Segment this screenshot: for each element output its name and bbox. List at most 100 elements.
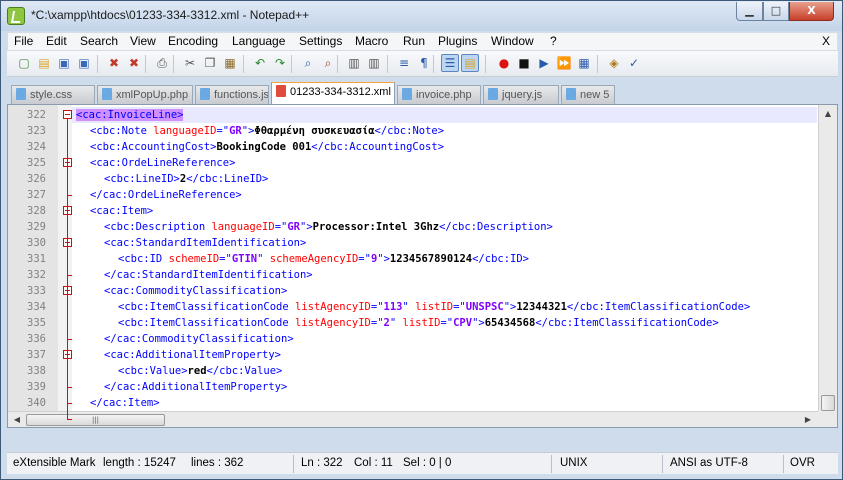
code-line[interactable]: <cbc:Description languageID="GR">Process… <box>72 219 817 235</box>
code-line[interactable]: <cbc:AccountingCost>BookingCode 001</cbc… <box>72 139 817 155</box>
zoom-out-icon[interactable]: ▥ <box>365 54 383 72</box>
stop-macro-icon[interactable]: ■ <box>515 54 533 72</box>
maximize-button[interactable]: □ <box>763 2 789 21</box>
fold-end-marker <box>67 419 72 420</box>
menu-window[interactable]: Window <box>489 34 536 48</box>
code-line[interactable]: <cac:OrdeLineReference> <box>72 155 817 171</box>
wrap-icon[interactable]: ≡ <box>395 54 413 72</box>
code-area[interactable]: <cac:InvoiceLine> <cbc:Note languageID="G… <box>72 105 817 427</box>
toolbar-separator <box>291 55 292 73</box>
menu-search[interactable]: Search <box>78 34 120 48</box>
print-icon[interactable]: ⎙ <box>153 54 171 72</box>
code-line[interactable]: <cbc:Value>red</cbc:Value> <box>72 363 817 379</box>
doc-map-icon[interactable]: ▤ <box>461 54 479 72</box>
tab-active[interactable]: 01233-334-3312.xml <box>271 82 395 104</box>
code-line[interactable]: </cac:AdditionalItemProperty> <box>72 379 817 395</box>
indent-guide-icon[interactable]: ☰ <box>441 54 459 72</box>
close-document-button[interactable]: X <box>822 34 830 48</box>
toolbar: ▢ ▤ ▣ ▣ ✖ ✖ ⎙ ✂ ❐ ▦ ↶ ↷ ⌕ ⌕ ▥ ▥ ≡ ¶ ☰ ▤ ● ■ ▶ ⏩ ▦ ◈ ✓ <box>7 51 838 77</box>
redo-icon[interactable]: ↷ <box>271 54 289 72</box>
record-macro-icon[interactable]: ● <box>495 54 513 72</box>
horizontal-scrollbar[interactable]: ◀ ||| ▶ <box>8 411 818 427</box>
code-line[interactable]: <cac:AdditionalItemProperty> <box>72 347 817 363</box>
menu-edit[interactable]: Edit <box>44 34 69 48</box>
spellcheck-icon[interactable]: ✓ <box>625 54 643 72</box>
code-token: Φθαρμένη συσκευασία <box>254 125 375 137</box>
minimize-button[interactable]: ▁ <box>736 2 763 21</box>
code-line[interactable]: <cbc:ItemClassificationCode listAgencyID… <box>72 299 817 315</box>
menu-plugins[interactable]: Plugins <box>436 34 479 48</box>
show-all-chars-icon[interactable]: ¶ <box>415 54 433 72</box>
code-token: =" <box>358 253 371 265</box>
close-all-icon[interactable]: ✖ <box>125 54 143 72</box>
code-line[interactable]: <cac:StandardItemIdentification> <box>72 235 817 251</box>
code-token: schemeAgencyID <box>269 253 359 265</box>
line-number: 336 <box>27 333 46 345</box>
menu-language[interactable]: Language <box>230 34 287 48</box>
copy-icon[interactable]: ❐ <box>201 54 219 72</box>
code-line[interactable]: </cac:CommodityClassification> <box>72 331 817 347</box>
code-line[interactable]: <cac:InvoiceLine> <box>72 107 817 123</box>
tab[interactable]: xmlPopUp.php <box>97 85 193 104</box>
tab[interactable]: new 5 <box>561 85 615 104</box>
paste-icon[interactable]: ▦ <box>221 54 239 72</box>
menu-help[interactable]: ? <box>548 34 559 48</box>
title-bar[interactable]: *C:\xampp\htdocs\01233-334-3312.xml - No… <box>1 1 842 31</box>
tab-label: jquery.js <box>502 89 543 101</box>
code-token: =" <box>216 125 230 137</box>
code-line[interactable]: <cbc:ItemClassificationCode listAgencyID… <box>72 315 817 331</box>
line-number: 328 <box>27 205 46 217</box>
open-file-icon[interactable]: ▤ <box>35 54 53 72</box>
plugin-icon[interactable]: ◈ <box>605 54 623 72</box>
line-number: 331 <box>27 253 46 265</box>
scroll-right-arrow-icon[interactable]: ▶ <box>800 412 816 427</box>
menu-encoding[interactable]: Encoding <box>166 34 220 48</box>
status-column: Col : 11 <box>354 457 393 469</box>
vertical-scroll-thumb[interactable] <box>821 395 835 411</box>
code-token: GR <box>287 221 300 233</box>
code-token: "> <box>377 253 390 265</box>
code-line[interactable]: <cac:CommodityClassification> <box>72 283 817 299</box>
code-line[interactable]: <cac:Item> <box>72 203 817 219</box>
play-macro-icon[interactable]: ▶ <box>535 54 553 72</box>
tab[interactable]: jquery.js <box>483 85 559 104</box>
fold-collapse-icon[interactable] <box>63 110 72 119</box>
code-line[interactable]: <cbc:Note languageID="GR">Φθαρμένη συσκε… <box>72 123 817 139</box>
tab[interactable]: invoice.php <box>397 85 481 104</box>
scroll-up-arrow-icon[interactable]: ▲ <box>820 106 836 122</box>
editor-pane[interactable]: 322 323 324 325 326 327 328 329 330 331 332 333 334 3… <box>7 104 838 428</box>
menu-settings[interactable]: Settings <box>297 34 344 48</box>
menu-run[interactable]: Run <box>401 34 427 48</box>
vertical-scrollbar[interactable]: ▲ <box>818 105 837 411</box>
close-icon[interactable]: ✖ <box>105 54 123 72</box>
save-icon[interactable]: ▣ <box>55 54 73 72</box>
run-macro-multiple-icon[interactable]: ⏩ <box>555 54 573 72</box>
cut-icon[interactable]: ✂ <box>181 54 199 72</box>
save-all-icon[interactable]: ▣ <box>75 54 93 72</box>
fold-margin[interactable] <box>58 105 72 427</box>
line-number: 330 <box>27 237 46 249</box>
code-token: =" <box>440 317 454 329</box>
code-line[interactable]: </cac:OrdeLineReference> <box>72 187 817 203</box>
find-icon[interactable]: ⌕ <box>299 54 317 72</box>
menu-view[interactable]: View <box>128 34 158 48</box>
notepadpp-icon[interactable] <box>7 7 25 25</box>
menu-file[interactable]: File <box>12 34 35 48</box>
code-token: </cbc:Description> <box>439 221 553 233</box>
replace-icon[interactable]: ⌕ <box>319 54 337 72</box>
code-token: </cac:OrdeLineReference> <box>90 189 242 201</box>
tab[interactable]: functions.js <box>195 85 269 104</box>
code-line[interactable]: <cbc:ID schemeID="GTIN" schemeAgencyID="… <box>72 251 817 267</box>
new-file-icon[interactable]: ▢ <box>15 54 33 72</box>
zoom-in-icon[interactable]: ▥ <box>345 54 363 72</box>
tab[interactable]: style.css <box>11 85 95 104</box>
scroll-left-arrow-icon[interactable]: ◀ <box>9 412 25 427</box>
code-line[interactable]: </cac:Item> <box>72 395 817 411</box>
horizontal-scroll-thumb[interactable]: ||| <box>26 414 165 426</box>
save-macro-icon[interactable]: ▦ <box>575 54 593 72</box>
code-line[interactable]: </cac:StandardItemIdentification> <box>72 267 817 283</box>
code-line[interactable]: <cbc:LineID>2</cbc:LineID> <box>72 171 817 187</box>
undo-icon[interactable]: ↶ <box>251 54 269 72</box>
close-window-button[interactable]: X <box>789 2 834 21</box>
menu-macro[interactable]: Macro <box>353 34 390 48</box>
